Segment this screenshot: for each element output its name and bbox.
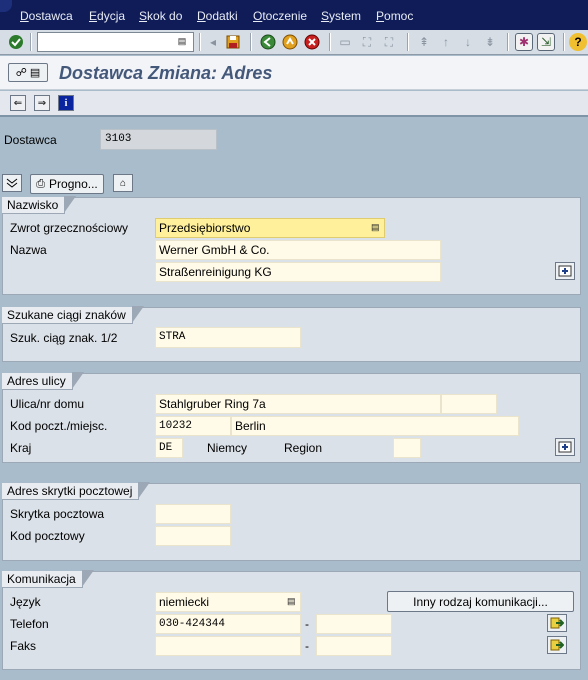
previous-page-icon[interactable]: ↑ <box>437 33 455 51</box>
previous-screen-icon[interactable]: ⇐ <box>10 95 26 111</box>
expand-icon[interactable] <box>2 174 22 192</box>
print-icon[interactable]: ▭ <box>336 33 354 51</box>
po-box-label: Skrytka pocztowa <box>10 507 105 521</box>
fax-dash: - <box>305 639 309 653</box>
first-page-icon[interactable]: ⇞ <box>415 33 433 51</box>
menu-dodatki[interactable]: Dodatki <box>197 9 238 23</box>
street-field[interactable]: Stahlgruber Ring 7a <box>155 394 441 414</box>
next-page-icon[interactable]: ↓ <box>459 33 477 51</box>
region-field[interactable] <box>393 438 421 458</box>
toolbar-separator <box>250 33 252 51</box>
postal-city-label: Kod poczt./miejsc. <box>10 419 108 433</box>
toolbar-separator <box>329 33 331 51</box>
name2-field[interactable]: Straßenreinigung KG <box>155 262 441 282</box>
command-dropdown-icon[interactable]: ▤ <box>176 34 188 48</box>
dropdown-icon[interactable]: ▤ <box>371 222 380 233</box>
search-term1-field[interactable]: STRA <box>155 327 301 348</box>
form-of-address-value: Przedsiębiorstwo <box>159 221 251 235</box>
search-term-label: Szuk. ciąg znak. 1/2 <box>10 331 118 345</box>
print-preview-icon: ⎙ <box>36 177 46 190</box>
history-back-icon[interactable]: ◂ <box>204 33 222 51</box>
more-faxes-icon[interactable] <box>547 636 567 654</box>
menu-otoczenie[interactable]: Otoczenie <box>253 9 307 23</box>
vendor-number-field: 3103 <box>100 129 217 150</box>
fax-extension-field[interactable] <box>316 636 392 656</box>
other-communication-button[interactable]: Inny rodzaj komunikacji... <box>387 591 574 612</box>
phone-field[interactable]: 030-424344 <box>155 614 301 634</box>
shortcut-icon[interactable]: ⇲ <box>537 33 555 51</box>
language-field[interactable]: niemiecki <box>155 592 301 612</box>
new-session-icon[interactable]: ✱ <box>515 33 533 51</box>
form-of-address-label: Zwrot grzecznościowy <box>10 221 129 235</box>
more-phones-icon[interactable] <box>547 614 567 632</box>
forecast-button[interactable]: ⎙ Progno... <box>30 174 104 194</box>
menu-dostawca[interactable]: Dostawca <box>20 9 73 23</box>
search-terms-group-title: Szukane ciągi znaków <box>2 306 144 324</box>
toolbar-separator <box>563 33 565 51</box>
application-toolbar <box>0 91 588 117</box>
menu-pomoc[interactable]: Pomoc <box>376 9 413 23</box>
forecast-button-label: Progno... <box>49 177 98 191</box>
cancel-icon[interactable] <box>303 33 321 51</box>
country-label: Kraj <box>10 441 32 455</box>
menu-edycja[interactable]: Edycja <box>89 9 125 23</box>
name1-field[interactable]: Werner GmbH & Co. <box>155 240 441 260</box>
check-icon[interactable] <box>7 33 25 51</box>
page-title: Dostawca Zmiana: Adres <box>59 63 273 83</box>
po-box-group-title: Adres skrytki pocztowej <box>2 482 151 500</box>
toolbar-separator <box>507 33 509 51</box>
find-next-icon[interactable]: ⛶ <box>380 33 398 51</box>
form-of-address-field[interactable]: Przedsiębiorstwo <box>155 218 385 238</box>
display-change-icon[interactable]: ☍ ▤ <box>8 63 48 82</box>
language-value: niemiecki <box>159 595 210 609</box>
language-label: Język <box>10 595 41 609</box>
vendor-label: Dostawca <box>4 133 57 147</box>
next-screen-icon[interactable]: ⇒ <box>34 95 50 111</box>
menu-skok-do[interactable]: Skok do <box>139 9 182 23</box>
back-icon[interactable] <box>259 33 277 51</box>
exit-icon[interactable] <box>281 33 299 51</box>
po-box-postal-field[interactable] <box>155 526 231 546</box>
more-address-icon[interactable] <box>555 438 575 456</box>
menu-system[interactable]: System <box>321 9 361 23</box>
more-names-icon[interactable] <box>555 262 575 280</box>
communication-group-title: Komunikacja <box>2 570 94 588</box>
po-box-postal-label: Kod pocztowy <box>10 529 85 543</box>
street-label: Ulica/nr domu <box>10 397 85 411</box>
organization-icon[interactable]: ⌂ <box>113 174 133 192</box>
dropdown-icon[interactable]: ▤ <box>287 596 296 607</box>
toolbar-separator <box>407 33 409 51</box>
house-number-field[interactable] <box>441 394 497 414</box>
fax-field[interactable] <box>155 636 301 656</box>
toolbar-separator <box>30 33 32 51</box>
save-icon[interactable] <box>224 33 242 51</box>
region-label: Region <box>284 441 323 455</box>
country-code-field[interactable]: DE <box>155 438 183 458</box>
last-page-icon[interactable]: ⇟ <box>481 33 499 51</box>
phone-label: Telefon <box>10 617 49 631</box>
postal-code-field[interactable]: 10232 <box>155 416 231 436</box>
command-field[interactable] <box>37 32 194 52</box>
name-group-title: Nazwisko <box>2 196 77 214</box>
phone-extension-field[interactable] <box>316 614 392 634</box>
street-address-group-title: Adres ulicy <box>2 372 84 390</box>
country-name: Niemcy <box>207 441 248 455</box>
phone-dash: - <box>305 617 309 631</box>
po-box-field[interactable] <box>155 504 231 524</box>
help-icon[interactable]: ? <box>569 33 587 51</box>
toolbar-separator <box>199 33 201 51</box>
info-icon[interactable]: i <box>58 95 74 111</box>
name-label: Nazwa <box>10 243 47 257</box>
find-icon[interactable]: ⛶ <box>358 33 376 51</box>
fax-label: Faks <box>10 639 37 653</box>
city-field[interactable]: Berlin <box>231 416 519 436</box>
